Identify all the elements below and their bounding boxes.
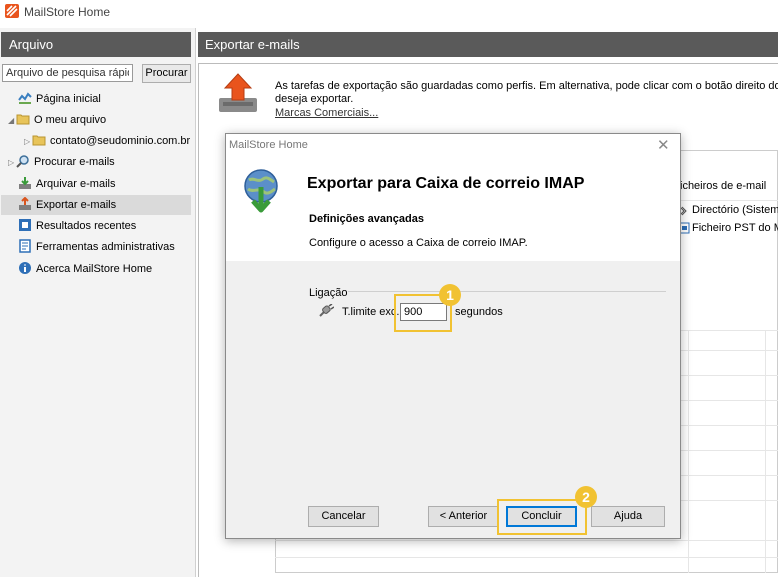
dialog-heading: Exportar para Caixa de correio IMAP — [307, 175, 585, 192]
sidebar-item-archive-emails[interactable]: Arquivar e-mails — [18, 174, 192, 194]
mailstore-logo-icon — [5, 4, 19, 18]
dialog-window-title: MailStore Home — [229, 139, 308, 151]
export-large-icon — [215, 70, 261, 116]
main-header: Exportar e-mails — [198, 32, 778, 57]
grid-divider — [275, 540, 778, 541]
sidebar-item-home[interactable]: Página inicial — [18, 89, 192, 109]
grid-divider — [681, 425, 778, 426]
grid-divider — [681, 500, 778, 501]
archive-icon — [18, 176, 32, 190]
plug-icon — [318, 303, 335, 318]
grid-divider — [681, 400, 778, 401]
export-icon — [18, 196, 32, 211]
intro-line-1: As tarefas de exportação são guardadas c… — [275, 80, 778, 92]
sidebar-item-label: Resultados recentes — [36, 220, 137, 232]
section-divider — [309, 227, 666, 228]
intro-text: As tarefas de exportação são guardadas c… — [275, 80, 778, 106]
cancel-button[interactable]: Cancelar — [308, 506, 379, 527]
group-divider — [348, 291, 666, 292]
folder-icon — [16, 112, 30, 126]
sidebar-item-label: Exportar e-mails — [36, 199, 117, 211]
sidebar-item-label: Página inicial — [36, 93, 101, 105]
back-button[interactable]: < Anterior — [428, 506, 499, 527]
grid-divider — [681, 200, 778, 201]
callout-badge-1: 1 — [439, 284, 461, 306]
sidebar-item-admin-tools[interactable]: Ferramentas administrativas — [18, 237, 192, 257]
callout-badge-2: 2 — [575, 486, 597, 508]
grid-divider — [681, 350, 778, 351]
search-button[interactable]: Procurar — [142, 64, 191, 83]
globe-download-icon — [240, 167, 282, 213]
home-chart-icon — [18, 91, 32, 105]
timeout-unit-label: segundos — [455, 306, 503, 318]
intro-line-2: deseja exportar. — [275, 93, 354, 105]
collapse-arrow-icon[interactable]: ▷ — [8, 153, 16, 173]
grid-divider — [681, 450, 778, 451]
sidebar-header: Arquivo — [1, 32, 191, 57]
grid-divider — [681, 475, 778, 476]
sidebar-item-label: Acerca MailStore Home — [36, 263, 153, 275]
sidebar-item-account[interactable]: ▷ contato@seudominio.com.br — [24, 131, 196, 151]
grid-divider — [765, 330, 766, 573]
list-column-header: icheiros de e-mail — [680, 180, 767, 192]
trademarks-link[interactable]: Marcas Comerciais... — [275, 107, 378, 119]
help-button[interactable]: Ajuda — [591, 506, 665, 527]
tools-icon — [18, 239, 32, 253]
results-icon — [18, 218, 32, 232]
list-item[interactable]: Directório (Sistema — [679, 204, 778, 218]
grid-divider — [681, 375, 778, 376]
sidebar-item-about[interactable]: Acerca MailStore Home — [18, 259, 192, 279]
expand-arrow-icon[interactable]: ◢ — [8, 111, 16, 131]
grid-divider — [688, 330, 689, 573]
sidebar-item-label: contato@seudominio.com.br — [50, 135, 191, 147]
callout-highlight-finish — [497, 499, 587, 535]
magnifier-icon — [16, 154, 30, 168]
list-item-label: Directório (Sistema — [692, 204, 778, 216]
grid-divider — [275, 557, 778, 558]
sidebar-item-label: Ferramentas administrativas — [36, 241, 175, 253]
app-title: MailStore Home — [24, 5, 111, 19]
section-description: Configure o acesso a Caixa de correio IM… — [309, 237, 528, 249]
sidebar-item-export-emails[interactable]: Exportar e-mails — [1, 195, 191, 215]
folder-icon — [32, 133, 46, 147]
collapse-arrow-icon[interactable]: ▷ — [24, 132, 32, 152]
sidebar-item-label: O meu arquivo — [34, 114, 107, 126]
info-icon — [18, 261, 32, 275]
sidebar-item-my-archive[interactable]: ◢ O meu arquivo — [8, 110, 192, 130]
sidebar-item-label: Procurar e-mails — [34, 156, 115, 168]
list-item[interactable]: Ficheiro PST do Mi — [679, 222, 778, 236]
sidebar-item-recent-results[interactable]: Resultados recentes — [18, 216, 192, 236]
sidebar-item-search-emails[interactable]: ▷ Procurar e-mails — [8, 152, 192, 172]
app-titlebar — [0, 0, 778, 28]
close-icon[interactable]: ✕ — [657, 136, 670, 154]
list-item-label: Ficheiro PST do Mi — [692, 222, 778, 234]
connection-group-label: Ligação — [309, 287, 348, 299]
sidebar-item-label: Arquivar e-mails — [36, 178, 116, 190]
quick-search-input[interactable] — [2, 64, 133, 82]
section-title: Definições avançadas — [309, 213, 424, 225]
